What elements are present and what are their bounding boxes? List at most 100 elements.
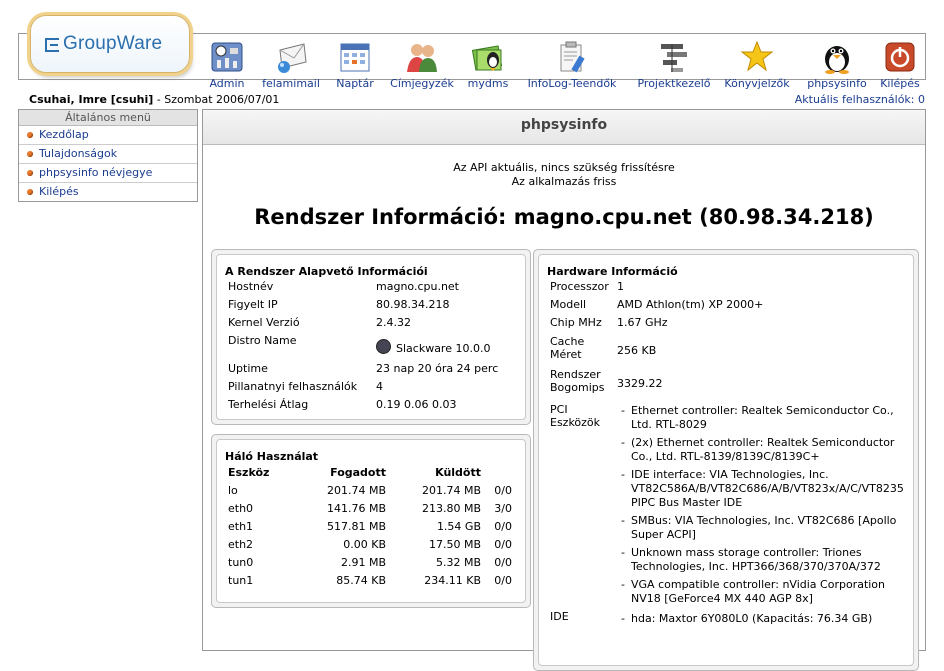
- app-naptar[interactable]: Naptár: [334, 40, 376, 90]
- table-row: Uptime 23 nap 20 óra 24 perc: [228, 362, 498, 380]
- app-felamimail[interactable]: felamimail: [260, 40, 322, 90]
- net-device: lo: [228, 484, 238, 497]
- app-label: mydms: [467, 77, 509, 90]
- penguin-icon: [820, 40, 854, 74]
- hw-key: Modell: [550, 298, 587, 311]
- system-info-title: A Rendszer Alapvető Információi: [225, 265, 428, 278]
- sidebar-item-kezdolap[interactable]: Kezdőlap: [19, 126, 197, 145]
- hw-key: PCI Eszközök: [550, 400, 617, 610]
- app-infolog[interactable]: InfoLog-Teendők: [524, 40, 620, 90]
- project-icon: [657, 40, 691, 74]
- table-row: Chip MHz 1.67 GHz: [550, 316, 906, 334]
- list-item: Ethernet controller: Realtek Semiconduct…: [621, 404, 906, 432]
- net-received: 141.76 MB: [326, 502, 386, 515]
- sidebar-item-label: phpsysinfo névjegye: [39, 166, 153, 179]
- sys-value: Slackware 10.0.0: [376, 334, 498, 362]
- system-info-table: Hostnév magno.cpu.net Figyelt IP 80.98.34.2…: [228, 280, 498, 416]
- sys-value: magno.cpu.net: [376, 280, 459, 293]
- system-info-panel: A Rendszer Alapvető Információi Hostnév m…: [216, 254, 526, 420]
- hw-key: Cache Méret: [550, 334, 617, 367]
- pci-device-list: Ethernet controller: Realtek Semiconduct…: [617, 400, 906, 610]
- col-header-errors: [481, 466, 512, 484]
- app-label: Címjegyzék: [390, 77, 454, 90]
- net-received: 2.91 MB: [340, 556, 386, 569]
- api-status-message: Az API aktuális, nincs szükség frissítés…: [453, 161, 675, 174]
- app-admin[interactable]: Admin: [206, 40, 248, 90]
- app-label: Könyvjelzők: [724, 77, 790, 90]
- sys-key: Distro Name: [228, 334, 297, 347]
- bullet-icon: [27, 189, 33, 195]
- sidebar-header: Általános menü: [19, 110, 197, 126]
- groupware-logo[interactable]: GroupWare: [30, 15, 190, 73]
- net-device: eth1: [228, 520, 254, 533]
- table-row: Kernel Verzió 2.4.32: [228, 316, 498, 334]
- net-device: eth0: [228, 502, 254, 515]
- net-errors: 0/0: [494, 574, 512, 587]
- sys-key: Pillanatnyi felhasználók: [228, 380, 358, 393]
- hw-value: 1.67 GHz: [617, 316, 668, 329]
- hw-key-line: Méret: [550, 348, 582, 361]
- bullet-icon: [27, 151, 33, 157]
- hw-key-line: Rendszer: [550, 368, 601, 381]
- hw-value: 3329.22: [617, 377, 663, 390]
- list-item: SMBus: VIA Technologies, Inc. VT82C686 […: [621, 514, 906, 542]
- table-row: Modell AMD Athlon(tm) XP 2000+: [550, 298, 906, 316]
- hw-key-line: PCI: [550, 403, 568, 416]
- app-mydms[interactable]: mydms: [466, 40, 510, 90]
- network-box: Háló Használat Eszköz Fogadott Küldött l…: [211, 434, 531, 608]
- active-users-link[interactable]: Aktuális felhasználók: 0: [795, 93, 925, 106]
- network-panel: Háló Használat Eszköz Fogadott Küldött l…: [216, 439, 526, 603]
- table-row: Processzor 1: [550, 280, 906, 298]
- hw-key-line: Eszközök: [550, 416, 601, 429]
- hardware-box: Hardware Információ Processzor 1 Modell AM…: [533, 249, 919, 671]
- list-item: hda: Maxtor 6Y080L0 (Kapacitás: 76.34 GB…: [621, 612, 906, 626]
- app-label: felamimail: [262, 77, 320, 90]
- hw-key: IDE: [550, 610, 569, 623]
- hw-key: Processzor: [550, 280, 609, 293]
- app-phpsysinfo[interactable]: phpsysinfo: [804, 40, 870, 90]
- app-projektkezelo[interactable]: Projektkezelő: [636, 40, 712, 90]
- app-label: Projektkezelő: [637, 77, 711, 90]
- table-row: eth0 141.76 MB 213.80 MB 3/0: [228, 502, 512, 520]
- main-panel: phpsysinfo Az API aktuális, nincs szüksé…: [202, 109, 926, 671]
- table-row: eth2 0.00 KB 17.50 MB 0/0: [228, 538, 512, 556]
- net-errors: 3/0: [494, 502, 512, 515]
- hw-key: Chip MHz: [550, 316, 602, 329]
- table-row: Rendszer Bogomips 3329.22: [550, 367, 906, 400]
- star-icon: [740, 40, 774, 74]
- net-device: tun1: [228, 574, 254, 587]
- table-row: Cache Méret 256 KB: [550, 334, 906, 367]
- sidebar-item-kilepes[interactable]: Kilépés: [19, 183, 197, 201]
- app-label: Naptár: [336, 77, 374, 90]
- app-konyvjelzok[interactable]: Könyvjelzők: [724, 40, 790, 90]
- admin-icon: [210, 40, 244, 74]
- sidebar-item-nevjegy[interactable]: phpsysinfo névjegye: [19, 164, 197, 183]
- system-info-box: A Rendszer Alapvető Információi Hostnév m…: [211, 249, 531, 425]
- app-cimjegyzek[interactable]: Címjegyzék: [388, 40, 456, 90]
- table-header-row: Eszköz Fogadott Küldött: [228, 466, 512, 484]
- list-item: (2x) Ethernet controller: Realtek Semico…: [621, 436, 906, 464]
- sys-value: 2.4.32: [376, 316, 411, 329]
- col-header-received: Fogadott: [330, 466, 386, 479]
- hw-key: Rendszer Bogomips: [550, 367, 617, 400]
- hw-key-line: Cache: [550, 335, 585, 348]
- infolog-icon: [555, 40, 589, 74]
- app-kilepes[interactable]: Kilépés: [878, 40, 922, 90]
- table-row: Terhelési Átlag 0.19 0.06 0.03: [228, 398, 498, 416]
- bullet-icon: [27, 132, 33, 138]
- sys-value: 23 nap 20 óra 24 perc: [376, 362, 499, 375]
- net-device: tun0: [228, 556, 254, 569]
- sidebar-item-tulajdonsagok[interactable]: Tulajdonságok: [19, 145, 197, 164]
- net-sent: 234.11 KB: [424, 574, 481, 587]
- logo-text: GroupWare: [63, 33, 163, 54]
- table-row: tun1 85.74 KB 234.11 KB 0/0: [228, 574, 512, 592]
- sys-key: Uptime: [228, 362, 268, 375]
- slackware-logo-icon: [376, 339, 391, 354]
- app-label: Kilépés: [880, 77, 920, 90]
- net-errors: 0/0: [494, 556, 512, 569]
- hw-value: 256 KB: [617, 344, 657, 357]
- net-sent: 1.54 GB: [436, 520, 481, 533]
- net-sent: 213.80 MB: [421, 502, 481, 515]
- list-item: Unknown mass storage controller: Triones…: [621, 546, 906, 574]
- current-date: - Szombat 2006/07/01: [153, 93, 280, 106]
